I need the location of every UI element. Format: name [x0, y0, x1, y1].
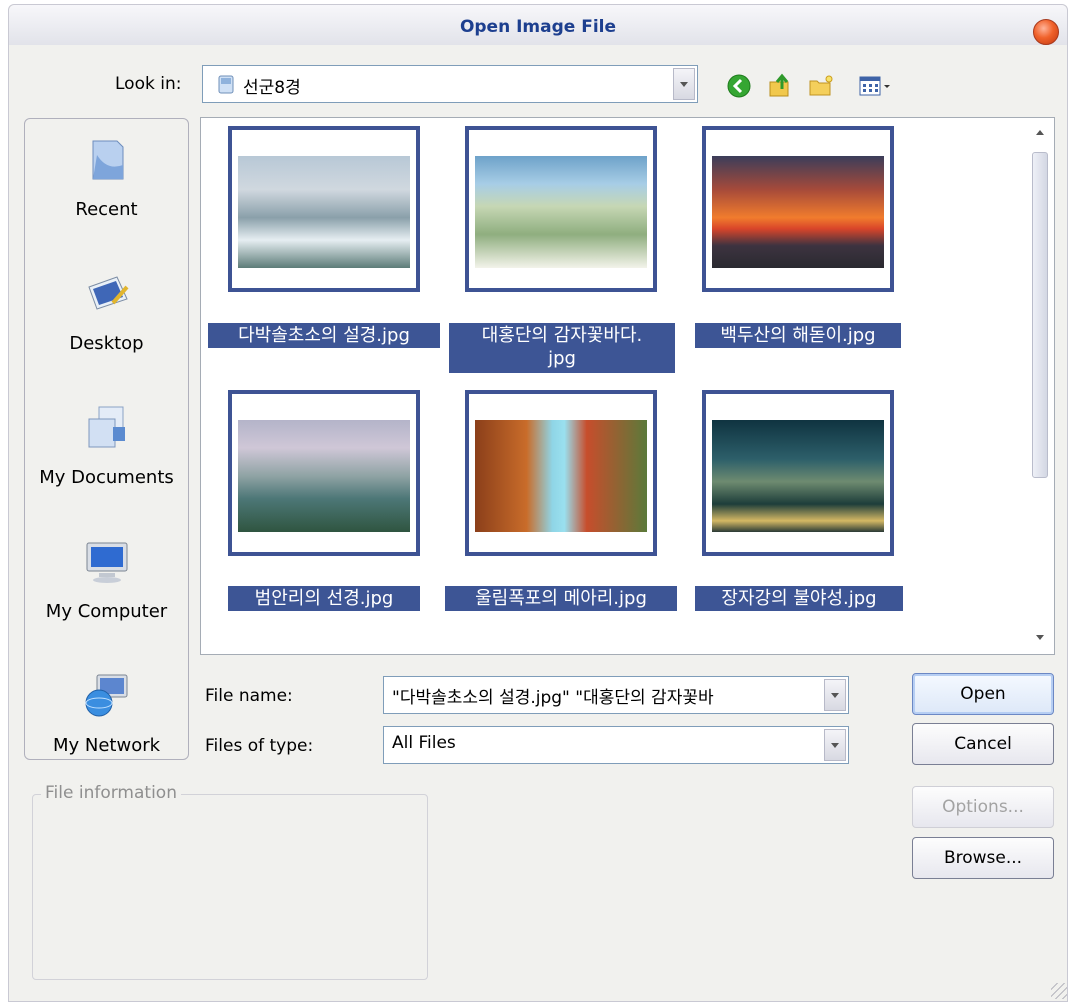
place-label: My Documents — [39, 467, 174, 488]
place-desktop[interactable]: Desktop — [25, 257, 188, 377]
file-thumbnail[interactable] — [702, 390, 894, 556]
file-name-label: 백두산의 해돋이.jpg — [695, 323, 901, 348]
close-button[interactable] — [1033, 19, 1059, 45]
vertical-scrollbar[interactable] — [1026, 118, 1054, 654]
file-information-legend: File information — [41, 783, 181, 803]
open-button[interactable]: Open — [912, 673, 1054, 715]
dialog-title: Open Image File — [459, 17, 617, 37]
file-type-dropdown-arrow[interactable] — [824, 729, 846, 761]
place-recent[interactable]: Recent — [25, 123, 188, 243]
thumbnail-image — [238, 420, 410, 532]
file-name-input[interactable]: "다박솔초소의 설경.jpg" "대홍단의 감자꽃바 — [392, 683, 818, 708]
file-type-select[interactable]: All Files — [383, 726, 849, 764]
file-name-label: 장자강의 불야성.jpg — [695, 586, 903, 611]
thumbnail-image — [238, 156, 410, 268]
file-thumbnail[interactable] — [702, 126, 894, 292]
thumbnail-image — [712, 420, 884, 532]
new-folder-icon[interactable] — [808, 73, 834, 99]
scroll-down-arrow[interactable] — [1036, 635, 1044, 640]
options-button: Options... — [912, 786, 1054, 828]
file-name-dropdown-arrow[interactable] — [824, 679, 846, 711]
file-type-value: All Files — [392, 733, 456, 753]
file-name-line-2: jpg — [548, 348, 576, 369]
cancel-button[interactable]: Cancel — [912, 723, 1054, 765]
back-icon[interactable] — [726, 73, 752, 99]
file-name-label: 대홍단의 감자꽃바다. jpg — [449, 323, 675, 373]
view-menu-icon[interactable] — [858, 73, 892, 99]
place-label: My Computer — [45, 601, 168, 622]
place-my-documents[interactable]: My Documents — [25, 391, 188, 511]
place-my-computer[interactable]: My Computer — [25, 525, 188, 645]
file-name-label: 다박솔초소의 설경.jpg — [208, 323, 440, 348]
thumbnail-image — [712, 156, 884, 268]
file-thumbnail[interactable] — [228, 390, 420, 556]
up-folder-icon[interactable] — [768, 73, 794, 99]
file-name-label: 범안리의 선경.jpg — [228, 586, 420, 611]
folder-drive-icon — [218, 75, 234, 94]
file-thumbnail[interactable] — [465, 126, 657, 292]
scroll-thumb[interactable] — [1032, 152, 1048, 478]
computer-icon — [86, 542, 127, 583]
look-in-value: 선군8경 — [243, 78, 301, 98]
documents-icon — [88, 406, 125, 448]
file-list[interactable]: 다박솔초소의 설경.jpg 대홍단의 감자꽃바다. jpg 백두산의 해돋이.j… — [200, 117, 1055, 655]
look-in-dropdown-arrow[interactable] — [673, 68, 695, 100]
recent-icon — [92, 140, 123, 180]
look-in-combo[interactable]: 선군8경 — [202, 65, 698, 103]
file-information-group: File information — [32, 783, 428, 980]
look-in-label: Look in: — [115, 74, 182, 94]
place-label: My Network — [52, 735, 161, 756]
title-bar[interactable]: Open Image File — [9, 5, 1067, 45]
place-label: Recent — [75, 199, 138, 220]
scroll-up-arrow[interactable] — [1036, 130, 1044, 135]
place-label: Desktop — [69, 333, 144, 354]
file-name-label: 울림폭포의 메아리.jpg — [445, 586, 677, 611]
resize-grip[interactable] — [1051, 983, 1067, 999]
place-my-network[interactable]: My Network — [25, 659, 188, 779]
browse-button[interactable]: Browse... — [912, 837, 1054, 879]
file-thumbnail[interactable] — [228, 126, 420, 292]
thumbnail-image — [475, 420, 647, 532]
network-icon — [85, 674, 127, 717]
file-thumbnail[interactable] — [465, 390, 657, 556]
thumbnail-image — [475, 156, 647, 268]
places-bar: Recent Desktop My Documents My Computer — [24, 118, 189, 760]
file-name-label-text: File name: — [205, 686, 293, 706]
desktop-icon — [87, 276, 129, 310]
file-name-combo[interactable]: "다박솔초소의 설경.jpg" "대홍단의 감자꽃바 — [383, 676, 849, 714]
file-name-line-1: 대홍단의 감자꽃바다. — [481, 325, 643, 346]
file-type-label: Files of type: — [205, 736, 314, 756]
